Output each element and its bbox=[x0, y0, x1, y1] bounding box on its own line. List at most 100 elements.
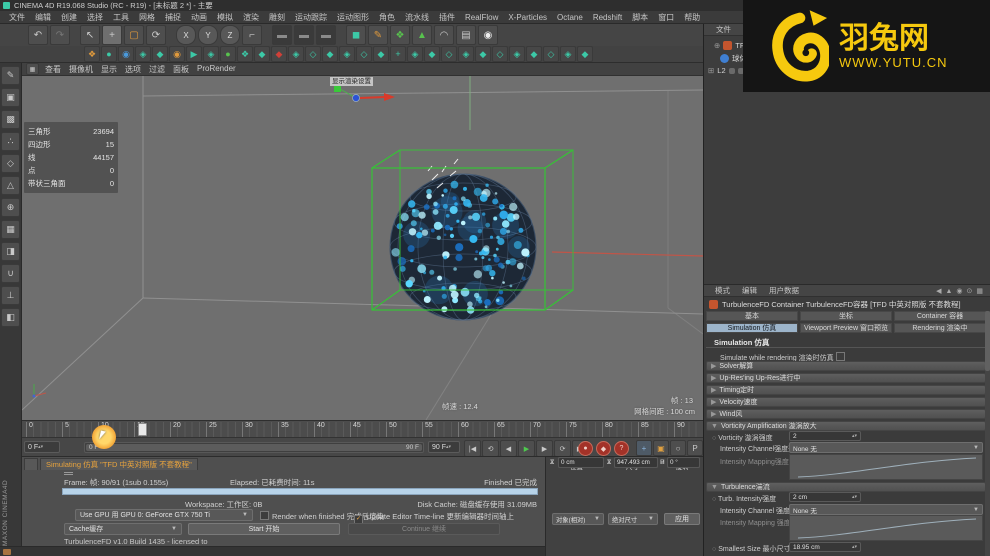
mode-toolbar-icon[interactable]: ◇ bbox=[1, 154, 20, 173]
size-field[interactable]: 947.493 cm bbox=[614, 457, 658, 468]
state-dot[interactable] bbox=[728, 67, 735, 74]
transport-button[interactable]: ◀ bbox=[500, 440, 517, 457]
viewport-menu-item[interactable]: 摄像机 bbox=[65, 64, 97, 75]
toolbar-icon[interactable]: ↷ bbox=[50, 25, 70, 45]
tab-container[interactable]: Container 容器 bbox=[894, 311, 986, 321]
plugin-toolbar-icon[interactable]: ◉ bbox=[118, 46, 134, 62]
plugin-toolbar-icon[interactable]: ◆ bbox=[254, 46, 270, 62]
size-mode-select[interactable]: 绝对尺寸 ▼ bbox=[608, 513, 658, 525]
mode-toolbar-icon[interactable]: ∪ bbox=[1, 264, 20, 283]
menu-item[interactable]: 动画 bbox=[186, 12, 212, 23]
plugin-toolbar-icon[interactable]: ◇ bbox=[305, 46, 321, 62]
intensity-mapping2-curve[interactable] bbox=[789, 515, 983, 541]
mode-toolbar-icon[interactable]: ⊕ bbox=[1, 198, 20, 217]
tab-rendering[interactable]: Rendering 渲染中 bbox=[894, 323, 986, 333]
plugin-toolbar-icon[interactable]: ◇ bbox=[441, 46, 457, 62]
timeline-playhead[interactable] bbox=[138, 423, 147, 436]
menu-item[interactable]: 渲染 bbox=[238, 12, 264, 23]
record-button[interactable]: ◆ bbox=[596, 441, 611, 456]
toolbar-icon[interactable]: ⌐ bbox=[242, 25, 262, 45]
mode-toolbar-icon[interactable]: ∴ bbox=[1, 132, 20, 151]
mode-toolbar-icon[interactable]: ✎ bbox=[1, 66, 20, 85]
viewport-menu-item[interactable]: ProRender bbox=[193, 64, 240, 75]
vorticity-section[interactable]: ▼ Vorticity Amplification 漩涡放大 bbox=[706, 421, 986, 431]
viewport-menu-item[interactable]: 选项 bbox=[121, 64, 145, 75]
menu-item[interactable]: 窗口 bbox=[653, 12, 679, 23]
plugin-toolbar-icon[interactable]: ● bbox=[220, 46, 236, 62]
keyframe-toggle-button[interactable]: ▣ bbox=[653, 440, 669, 456]
plugin-toolbar-icon[interactable]: ❖ bbox=[237, 46, 253, 62]
dialog-small-tab[interactable] bbox=[24, 458, 38, 470]
toolbar-icon[interactable]: ⟳ bbox=[146, 25, 166, 45]
menu-item[interactable]: 捕捉 bbox=[160, 12, 186, 23]
transport-button[interactable]: ▶ bbox=[536, 440, 553, 457]
plugin-toolbar-icon[interactable]: ◆ bbox=[526, 46, 542, 62]
menu-item[interactable]: 选择 bbox=[82, 12, 108, 23]
menu-item[interactable]: 雕刻 bbox=[264, 12, 290, 23]
position-field[interactable]: 0 cm bbox=[558, 457, 604, 468]
attr-header-icon[interactable]: ◉ bbox=[956, 287, 962, 295]
checkbox-icon[interactable] bbox=[260, 511, 269, 520]
checkbox-icon[interactable] bbox=[835, 352, 845, 361]
toolbar-icon[interactable]: ◼ bbox=[346, 25, 366, 45]
menu-item[interactable]: 脚本 bbox=[627, 12, 653, 23]
rotation-field[interactable]: 0 ° bbox=[667, 457, 700, 468]
tab-simulation[interactable]: Simulation 仿真 bbox=[706, 323, 798, 333]
expand-icon[interactable]: ⊕ bbox=[714, 41, 720, 50]
keyframe-toggle-button[interactable]: ○ bbox=[670, 440, 686, 456]
intensity-channel2-select[interactable]: None 无 ▼ bbox=[789, 504, 983, 515]
plugin-toolbar-icon[interactable]: ◈ bbox=[560, 46, 576, 62]
menu-item[interactable]: 运动跟踪 bbox=[290, 12, 332, 23]
viewport-menu-item[interactable]: 查看 bbox=[41, 64, 65, 75]
plugin-toolbar-icon[interactable]: ◇ bbox=[543, 46, 559, 62]
plugin-toolbar-icon[interactable]: ◈ bbox=[509, 46, 525, 62]
collapsed-group[interactable]: ▶ Wind风 bbox=[706, 409, 986, 419]
mode-toolbar-icon[interactable]: ◨ bbox=[1, 242, 20, 261]
collapsed-group[interactable]: ▶ Solver解算 bbox=[706, 361, 986, 371]
tab-viewport-preview[interactable]: Viewport Preview 窗口预览 bbox=[800, 323, 892, 333]
cache-select[interactable]: Cache缓存 ▼ bbox=[64, 523, 182, 535]
om-file-menu[interactable]: 文件 bbox=[711, 24, 736, 35]
transport-button[interactable]: |◀ bbox=[464, 440, 481, 457]
mode-toolbar-icon[interactable]: ▣ bbox=[1, 88, 20, 107]
menu-item[interactable]: 帮助 bbox=[679, 12, 705, 23]
plugin-toolbar-icon[interactable]: ◆ bbox=[152, 46, 168, 62]
menu-item[interactable]: 流水线 bbox=[400, 12, 434, 23]
mode-toolbar-icon[interactable]: ▦ bbox=[1, 220, 20, 239]
turb-intensity-field[interactable]: 2 cm ▴▾ bbox=[789, 492, 861, 502]
menu-item[interactable]: RealFlow bbox=[460, 13, 503, 22]
plugin-toolbar-icon[interactable]: ▶ bbox=[186, 46, 202, 62]
simulating-tab[interactable]: Simulating 仿真 "TFD 中英对照版 不套教程" bbox=[40, 458, 198, 470]
toolbar-icon[interactable]: ▬ bbox=[316, 25, 336, 45]
plugin-toolbar-icon[interactable]: ◈ bbox=[407, 46, 423, 62]
tab-basic[interactable]: 基本 bbox=[706, 311, 798, 321]
toolbar-icon[interactable]: ↖ bbox=[80, 25, 100, 45]
attr-header-icon[interactable]: ▦ bbox=[976, 287, 983, 295]
apply-button[interactable]: 应用 bbox=[664, 513, 700, 525]
plugin-toolbar-icon[interactable]: ◇ bbox=[356, 46, 372, 62]
attr-header-icon[interactable]: ⊙ bbox=[967, 287, 973, 295]
toolbar-icon[interactable]: ▬ bbox=[294, 25, 314, 45]
toolbar-icon[interactable]: ▲ bbox=[412, 25, 432, 45]
plugin-toolbar-icon[interactable]: ◈ bbox=[203, 46, 219, 62]
menu-item[interactable]: Octane bbox=[552, 13, 588, 22]
attr-menu-item[interactable]: 编辑 bbox=[737, 285, 762, 296]
plugin-toolbar-icon[interactable]: ◆ bbox=[577, 46, 593, 62]
plugin-toolbar-icon[interactable]: ◆ bbox=[475, 46, 491, 62]
menu-item[interactable]: X-Particles bbox=[503, 13, 552, 22]
continue-button[interactable]: Continue 继续 bbox=[348, 523, 500, 535]
frame-start-spinner[interactable]: 0 F ▴▾ bbox=[24, 441, 60, 453]
attr-header-icon[interactable]: ◀ bbox=[936, 287, 941, 295]
collapsed-group[interactable]: ▶ Up-Res'ing Up-Res进行中 bbox=[706, 373, 986, 383]
plugin-toolbar-icon[interactable]: ◈ bbox=[135, 46, 151, 62]
attr-header-icon[interactable]: ▲ bbox=[945, 288, 952, 295]
menu-item[interactable]: 创建 bbox=[56, 12, 82, 23]
toolbar-icon[interactable]: ▬ bbox=[272, 25, 292, 45]
plugin-toolbar-icon[interactable]: ◈ bbox=[288, 46, 304, 62]
tab-coord[interactable]: 坐标 bbox=[800, 311, 892, 321]
viewport-menu-item[interactable]: 过滤 bbox=[145, 64, 169, 75]
toolbar-icon[interactable]: ◠ bbox=[434, 25, 454, 45]
toolbar-icon[interactable]: Z bbox=[220, 25, 240, 45]
viewport-menu-item[interactable]: 显示 bbox=[97, 64, 121, 75]
mode-toolbar-icon[interactable]: ▩ bbox=[1, 110, 20, 129]
